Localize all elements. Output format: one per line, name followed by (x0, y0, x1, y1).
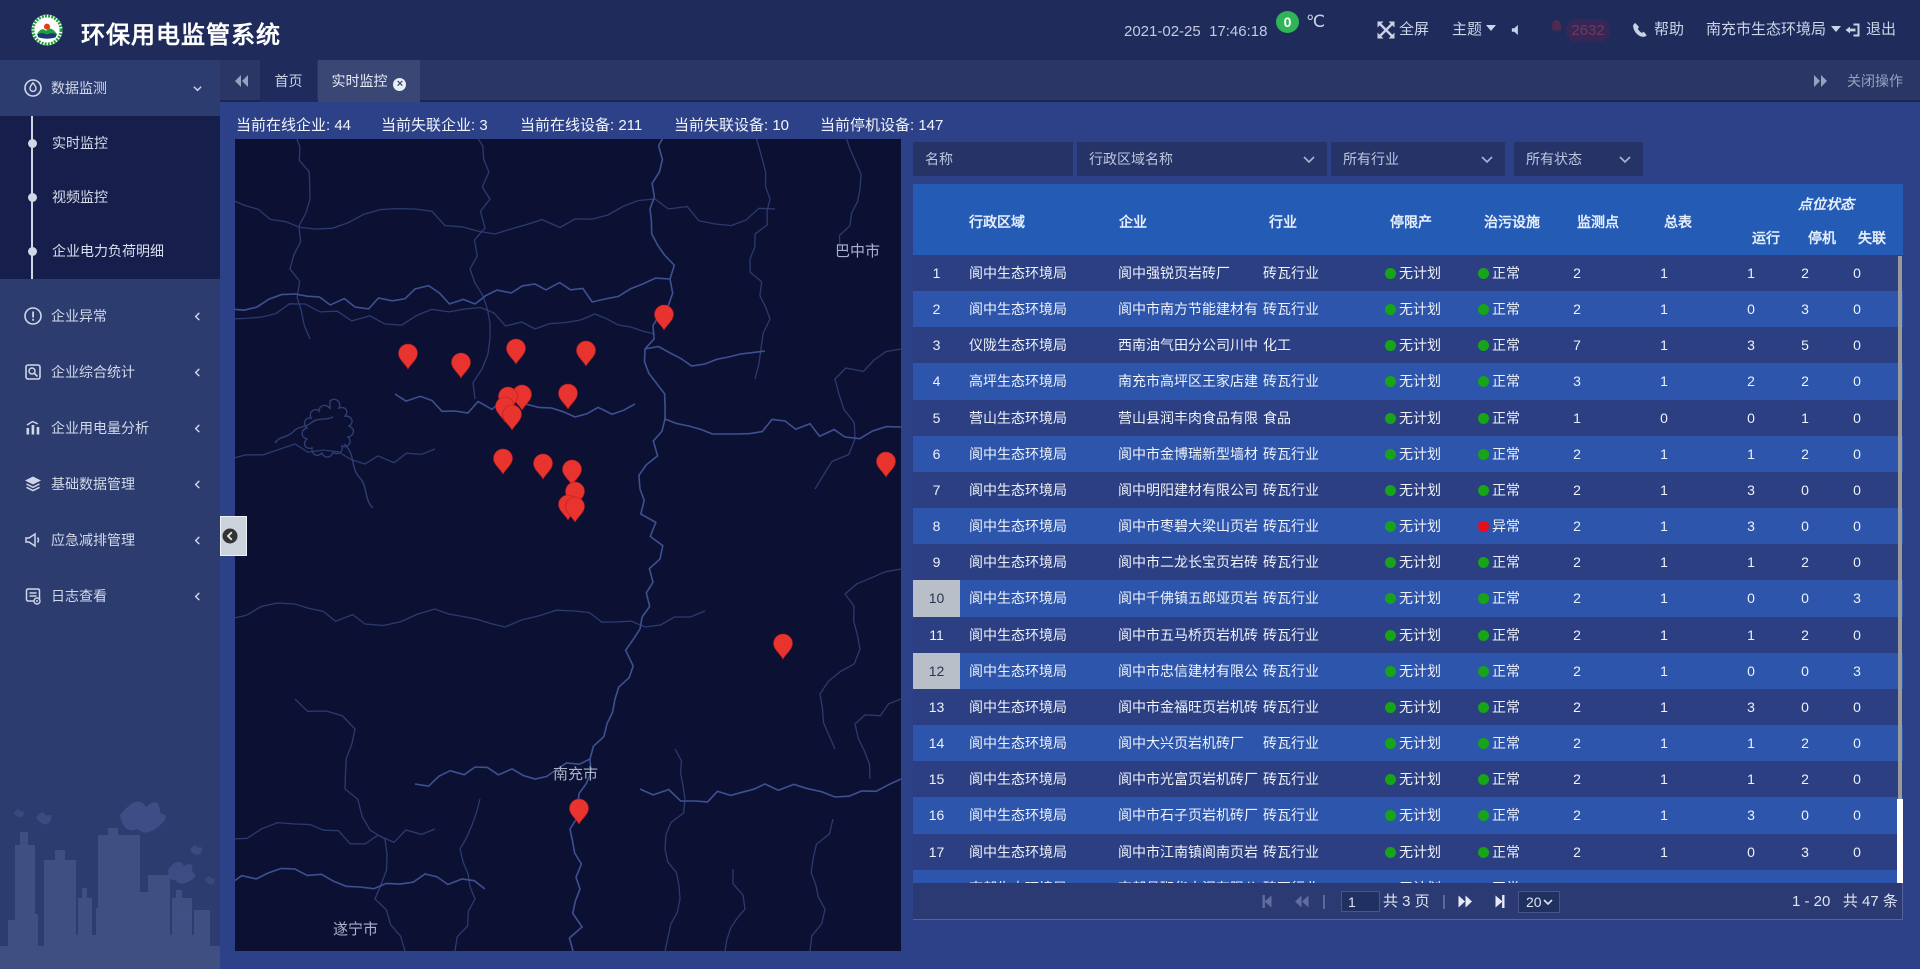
svg-text:遂宁市: 遂宁市 (333, 921, 378, 938)
svg-text:巴中市: 巴中市 (835, 243, 880, 260)
svg-text:南充市: 南充市 (553, 766, 598, 783)
